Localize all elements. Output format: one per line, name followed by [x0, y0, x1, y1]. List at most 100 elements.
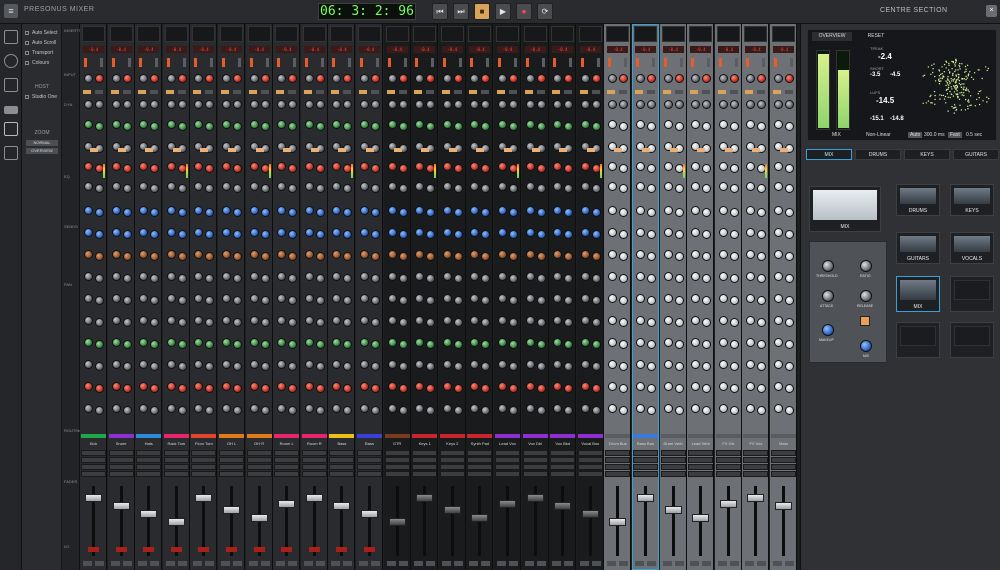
meter-scale[interactable]: Non-Linear	[866, 132, 891, 138]
hpf-knob[interactable]	[205, 74, 215, 83]
hpf-knob[interactable]	[343, 74, 353, 83]
comp-threshold-knob[interactable]	[111, 100, 121, 109]
gain-knob[interactable]	[636, 74, 645, 83]
channel-knob[interactable]	[757, 406, 767, 415]
channel-knob[interactable]	[636, 382, 645, 391]
mute-button[interactable]	[635, 561, 644, 566]
channel-knob[interactable]	[691, 294, 701, 303]
channel-knob[interactable]	[194, 182, 204, 191]
gain-knob[interactable]	[360, 74, 369, 83]
channel-knob[interactable]	[111, 404, 121, 413]
channel-knob[interactable]	[647, 384, 656, 393]
dyn-mode-button[interactable]	[757, 90, 766, 94]
channel-knob[interactable]	[442, 338, 452, 347]
channel-knob[interactable]	[746, 228, 756, 237]
record-arm-button[interactable]	[308, 547, 320, 552]
channel-knob[interactable]	[139, 382, 149, 391]
channel-knob[interactable]	[564, 340, 574, 349]
dyn-mode-button[interactable]	[564, 90, 573, 94]
channel-name[interactable]: Bass	[328, 440, 355, 447]
dyn-on-button[interactable]	[579, 90, 588, 94]
channel-knob[interactable]	[619, 296, 629, 305]
eq-on-button[interactable]	[338, 148, 347, 152]
comp-ratio-knob[interactable]	[564, 100, 574, 109]
channel-knob[interactable]	[122, 384, 132, 393]
channel-fader[interactable]	[775, 502, 792, 510]
channel-knob[interactable]	[139, 120, 149, 129]
channel-fader[interactable]	[664, 506, 682, 514]
record-arm-button[interactable]	[198, 547, 210, 552]
vu-meter-module[interactable]	[950, 276, 994, 312]
channel-knob[interactable]	[166, 120, 176, 129]
dyn-on-button[interactable]	[303, 90, 312, 94]
channel-knob[interactable]	[718, 120, 728, 129]
channel-knob[interactable]	[785, 274, 794, 283]
channel-knob[interactable]	[233, 274, 242, 283]
channel-knob[interactable]	[536, 406, 546, 415]
comp-threshold-knob[interactable]	[718, 100, 728, 109]
rewind-button[interactable]: ⏮	[432, 3, 448, 20]
channel-knob[interactable]	[139, 294, 149, 303]
channel-knob[interactable]	[343, 406, 353, 415]
channel-name[interactable]: FX Vox	[742, 440, 769, 447]
channel-knob[interactable]	[663, 338, 673, 347]
channel-knob[interactable]	[315, 406, 325, 415]
routing-slot[interactable]	[246, 450, 272, 456]
channel-knob[interactable]	[150, 208, 160, 217]
channel-knob[interactable]	[288, 184, 298, 193]
insert-slot[interactable]	[634, 26, 657, 42]
channel-knob[interactable]	[415, 404, 425, 413]
channel-knob[interactable]	[481, 208, 491, 217]
channel-knob[interactable]	[774, 120, 783, 129]
routing-slot[interactable]	[743, 450, 769, 456]
comp-threshold-knob[interactable]	[84, 100, 93, 109]
channel-fader[interactable]	[305, 494, 323, 502]
channel-knob[interactable]	[84, 338, 93, 347]
dyn-mode-button[interactable]	[177, 90, 186, 94]
channel-knob[interactable]	[525, 404, 535, 413]
routing-slot[interactable]	[633, 450, 658, 456]
solo-button[interactable]	[233, 561, 242, 566]
channel-knob[interactable]	[580, 120, 590, 129]
channel-knob[interactable]	[663, 250, 673, 259]
record-button[interactable]: ●	[516, 3, 532, 20]
channel-knob[interactable]	[332, 182, 342, 191]
channel-knob[interactable]	[233, 362, 242, 371]
gain-knob[interactable]	[277, 74, 287, 83]
routing-slot[interactable]	[467, 471, 493, 477]
channel-knob[interactable]	[647, 274, 656, 283]
routing-slot[interactable]	[522, 471, 548, 477]
channel-knob[interactable]	[591, 274, 601, 283]
channel-knob[interactable]	[233, 340, 242, 349]
channel-knob[interactable]	[525, 294, 535, 303]
channel-knob[interactable]	[647, 208, 656, 217]
channel-knob[interactable]	[564, 230, 574, 239]
channel-knob[interactable]	[415, 382, 425, 391]
channel-knob[interactable]	[580, 316, 590, 325]
channel-knob[interactable]	[636, 360, 645, 369]
channel-knob[interactable]	[122, 208, 132, 217]
dyn-on-button[interactable]	[690, 90, 699, 94]
channel-name[interactable]: Keys 1	[411, 440, 438, 447]
channel-knob[interactable]	[111, 294, 121, 303]
channel-knob[interactable]	[260, 252, 270, 261]
hpf-knob[interactable]	[674, 74, 684, 83]
channel-knob[interactable]	[288, 384, 298, 393]
channel-knob[interactable]	[553, 338, 563, 347]
routing-slot[interactable]	[274, 457, 300, 463]
channel-knob[interactable]	[647, 230, 656, 239]
routing-slot[interactable]	[522, 457, 548, 463]
routing-slot[interactable]	[660, 464, 686, 470]
eq-on-button[interactable]	[476, 148, 485, 152]
channel-name[interactable]: GTR	[384, 440, 411, 447]
channel-knob[interactable]	[536, 274, 546, 283]
routing-slot[interactable]	[81, 450, 106, 456]
mute-button[interactable]	[331, 561, 341, 566]
channel-knob[interactable]	[398, 362, 408, 371]
channel-knob[interactable]	[332, 338, 342, 347]
channel-knob[interactable]	[757, 318, 767, 327]
channel-knob[interactable]	[774, 404, 783, 413]
mute-button[interactable]	[469, 561, 479, 566]
solo-button[interactable]	[702, 561, 712, 566]
channel-knob[interactable]	[580, 360, 590, 369]
